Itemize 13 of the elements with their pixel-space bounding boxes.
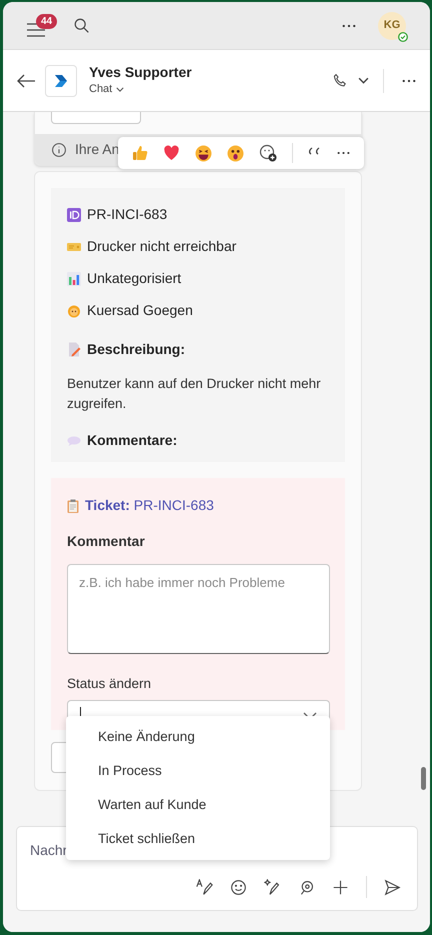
- chat-name: Yves Supporter: [89, 63, 192, 82]
- description-heading: Beschreibung:: [87, 340, 186, 359]
- description-text: Benutzer kann auf den Drucker nicht mehr zugreifen.: [67, 375, 322, 413]
- ticket-title: Ticket: PR-INCI-683: [85, 496, 214, 515]
- composer-placeholder: Nachr: [30, 842, 68, 858]
- comment-label: Kommentar: [67, 532, 146, 550]
- status-label: Status ändern: [67, 675, 152, 693]
- ticket-detail-text: Drucker nicht erreichbar: [87, 237, 236, 256]
- notification-badge: 44: [36, 14, 58, 28]
- ticket-detail-text: PR-INCI-683: [87, 205, 168, 224]
- ticket-detail-text: Kuersad Goegen: [87, 301, 193, 320]
- ticket-detail-text: Unkategorisiert: [87, 269, 182, 288]
- comments-heading: Kommentare:: [87, 431, 178, 450]
